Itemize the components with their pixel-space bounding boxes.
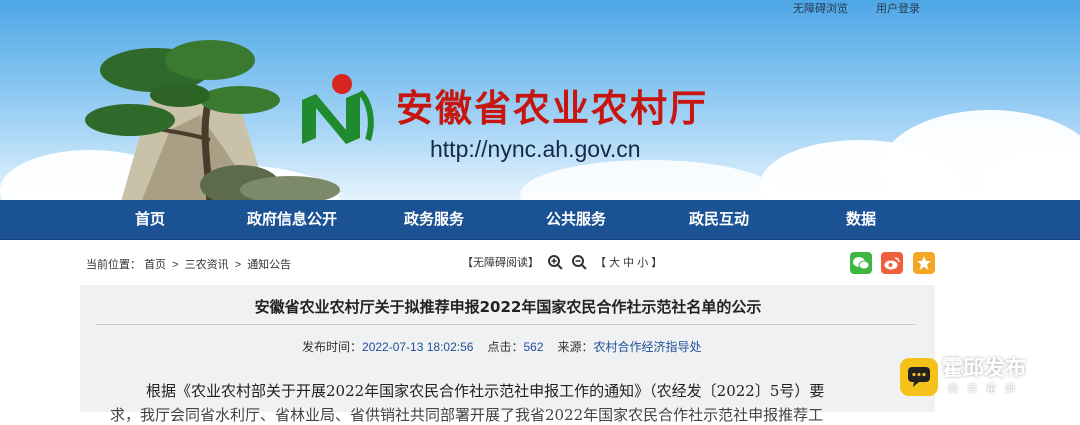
watermark-subtext: 阅读霍邱	[948, 384, 1024, 395]
favorite-button[interactable]	[913, 252, 935, 274]
header-banner: 无障碍浏览 用户登录 安徽省农业农村厅 http://nync.ah.gov.c…	[0, 0, 1080, 200]
nav-item-data[interactable]: 数据	[846, 200, 876, 240]
site-logo[interactable]	[298, 72, 380, 152]
wechat-share-button[interactable]	[850, 252, 872, 274]
article-paragraph-line: 求，我厅会同省水利厅、省林业局、省供销社共同部署开展了我省2022年国家农民合作…	[110, 406, 824, 424]
nav-item-interaction[interactable]: 政民互动	[689, 200, 749, 240]
nav-item-gov-info[interactable]: 政府信息公开	[247, 200, 337, 240]
font-size-small[interactable]: 小	[637, 257, 648, 269]
chat-bubble-icon	[908, 367, 930, 387]
breadcrumb-news[interactable]: 三农资讯	[185, 259, 229, 271]
rock-illustration	[200, 165, 340, 200]
breadcrumb-notices[interactable]: 通知公告	[247, 259, 291, 271]
user-login-link[interactable]: 用户登录	[876, 0, 920, 16]
wechat-icon	[853, 257, 869, 270]
weibo-icon	[884, 257, 900, 270]
breadcrumb-separator: >	[234, 259, 242, 271]
nav-item-gov-service[interactable]: 政务服务	[404, 200, 464, 240]
article-paragraph: 根据《农业农村部关于开展2022年国家农民合作社示范社申报工作的通知》（农经发〔…	[146, 382, 825, 400]
reading-tools: 【无障碍阅读】 【 大 中 小 】	[462, 254, 662, 270]
article-source: 来源：农村合作经济指导处	[557, 340, 702, 354]
font-size-large[interactable]: 大	[609, 257, 620, 269]
accessible-read-button[interactable]: 【无障碍阅读】	[462, 254, 539, 270]
nav-item-public-service[interactable]: 公共服务	[546, 200, 606, 240]
article-title: 安徽省农业农村厅关于拟推荐申报2022年国家农民合作社示范社名单的公示	[254, 298, 762, 316]
nav-item-home[interactable]: 首页	[135, 200, 165, 240]
site-url: http://nync.ah.gov.cn	[430, 136, 641, 162]
main-nav: 首页 政府信息公开 政务服务 公共服务 政民互动 数据	[0, 200, 1080, 240]
site-title: 安徽省农业农村厅	[396, 87, 708, 130]
title-divider	[96, 324, 916, 325]
article-meta: 发布时间：2022-07-13 18:02:56 点击：562 来源：农村合作经…	[302, 338, 702, 355]
app-watermark-logo	[900, 358, 938, 396]
watermark-text: 霍邱发布	[942, 357, 1026, 380]
breadcrumb-prefix: 当前位置：	[86, 259, 141, 271]
zoom-in-icon[interactable]	[547, 254, 563, 270]
publish-time: 发布时间：2022-07-13 18:02:56	[302, 340, 474, 354]
click-count: 点击：562	[487, 340, 544, 354]
zoom-out-icon[interactable]	[571, 254, 587, 270]
accessibility-link[interactable]: 无障碍浏览	[793, 0, 848, 16]
cloud-decoration	[520, 160, 780, 200]
font-size-medium[interactable]: 中	[623, 257, 634, 269]
breadcrumb: 当前位置： 首页 > 三农资讯 > 通知公告	[86, 256, 291, 272]
weibo-share-button[interactable]	[881, 252, 903, 274]
breadcrumb-separator: >	[172, 259, 179, 271]
top-links: 无障碍浏览 用户登录	[793, 0, 920, 16]
logo-n-icon	[302, 74, 374, 144]
favorite-icon	[917, 256, 931, 270]
breadcrumb-home[interactable]: 首页	[144, 259, 166, 271]
font-size-selector: 【 大 中 小 】	[595, 257, 663, 269]
